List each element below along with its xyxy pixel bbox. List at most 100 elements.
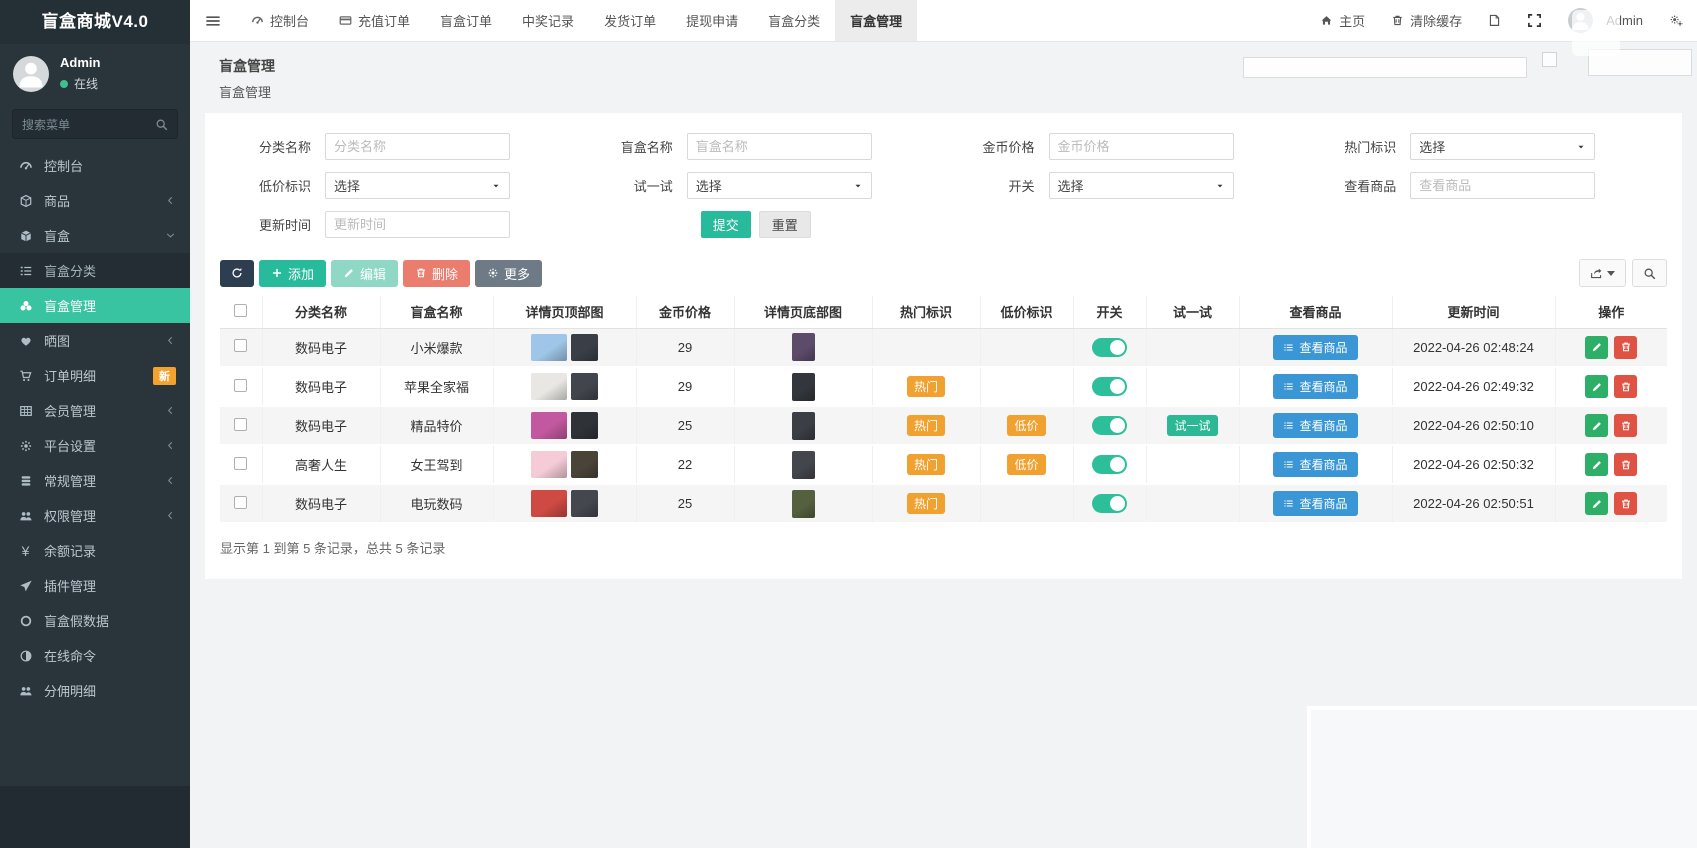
- fullscreen-button[interactable]: [1514, 0, 1555, 42]
- switch-toggle[interactable]: [1092, 416, 1127, 435]
- row-delete-button[interactable]: [1614, 453, 1637, 476]
- view-goods-input[interactable]: [1410, 172, 1595, 199]
- view-goods-button[interactable]: 查看商品: [1273, 335, 1357, 360]
- switch-select[interactable]: 选择: [1049, 172, 1234, 199]
- sidebar-item-盲盒分类[interactable]: 盲盒分类: [0, 253, 190, 288]
- filter-view-goods: 查看商品: [1305, 172, 1667, 199]
- switch-toggle[interactable]: [1092, 455, 1127, 474]
- sidebar-item-盲盒假数据[interactable]: 盲盒假数据: [0, 603, 190, 638]
- nav-tab-中奖记录[interactable]: 中奖记录: [507, 0, 589, 41]
- view-goods-button[interactable]: 查看商品: [1273, 413, 1357, 438]
- sidebar-item-在线命令[interactable]: 在线命令: [0, 638, 190, 673]
- table-row: 数码电子苹果全家福29热门查看商品2022-04-26 02:49:32: [220, 367, 1667, 406]
- sidebar-item-平台设置[interactable]: 平台设置: [0, 428, 190, 463]
- nav-tab-盲盒分类[interactable]: 盲盒分类: [753, 0, 835, 41]
- try-select[interactable]: 选择: [687, 172, 872, 199]
- delete-button[interactable]: 删除: [403, 260, 470, 287]
- cell-price: 29: [636, 367, 734, 406]
- view-goods-label: 查看商品: [1299, 495, 1347, 512]
- chevron-left-icon: [165, 335, 176, 346]
- refresh-icon: [231, 267, 243, 279]
- row-delete-button[interactable]: [1614, 336, 1637, 359]
- more-button[interactable]: 更多: [475, 260, 542, 287]
- hot-flag-select[interactable]: 选择: [1410, 133, 1595, 160]
- reset-button[interactable]: 重置: [759, 211, 811, 238]
- nav-tab-盲盒订单[interactable]: 盲盒订单: [425, 0, 507, 41]
- row-edit-button[interactable]: [1585, 492, 1608, 515]
- row-checkbox[interactable]: [234, 496, 247, 509]
- sidebar-item-余额记录[interactable]: ¥余额记录: [0, 533, 190, 568]
- row-edit-button[interactable]: [1585, 414, 1608, 437]
- row-checkbox[interactable]: [234, 339, 247, 352]
- coin-price-input[interactable]: [1049, 133, 1234, 160]
- row-checkbox[interactable]: [234, 379, 247, 392]
- sidebar-item-权限管理[interactable]: 权限管理: [0, 498, 190, 533]
- sidebar-item-插件管理[interactable]: 插件管理: [0, 568, 190, 603]
- export-button[interactable]: [1579, 259, 1626, 287]
- update-time-input[interactable]: [325, 211, 510, 238]
- nav-tab-发货订单[interactable]: 发货订单: [589, 0, 671, 41]
- category-name-input[interactable]: [325, 133, 510, 160]
- hot-badge: 热门: [907, 415, 945, 436]
- nav-tab-控制台[interactable]: 控制台: [236, 0, 324, 41]
- cell-view-goods: 查看商品: [1239, 328, 1392, 367]
- clear-cache-link[interactable]: 清除缓存: [1378, 0, 1475, 42]
- home-link[interactable]: 主页: [1307, 0, 1378, 42]
- chevron-left-icon: [165, 195, 176, 206]
- sidebar-item-商品[interactable]: 商品: [0, 183, 190, 218]
- sidebar-item-会员管理[interactable]: 会员管理: [0, 393, 190, 428]
- row-edit-button[interactable]: [1585, 336, 1608, 359]
- sidebar-item-晒图[interactable]: 晒图: [0, 323, 190, 358]
- translate-button[interactable]: [1475, 0, 1514, 42]
- box-name-input[interactable]: [687, 133, 872, 160]
- switch-toggle[interactable]: [1092, 338, 1127, 357]
- gauge-icon: [251, 14, 264, 27]
- row-delete-button[interactable]: [1614, 414, 1637, 437]
- select-all-checkbox[interactable]: [234, 304, 247, 317]
- sidebar-item-控制台[interactable]: 控制台: [0, 148, 190, 183]
- sidebar-item-分佣明细[interactable]: 分佣明细: [0, 673, 190, 708]
- toggle-knob: [1110, 379, 1125, 394]
- sidebar-item-label: 控制台: [44, 156, 176, 175]
- pencil-icon: [1591, 381, 1603, 393]
- pencil-icon: [1591, 341, 1603, 353]
- nav-tab-提现申请[interactable]: 提现申请: [671, 0, 753, 41]
- sidebar-item-订单明细[interactable]: 订单明细新: [0, 358, 190, 393]
- sidebar-item-常规管理[interactable]: 常规管理: [0, 463, 190, 498]
- edit-button[interactable]: 编辑: [331, 260, 398, 287]
- sidebar-search-input[interactable]: 搜索菜单: [12, 109, 178, 139]
- nav-tab-label: 盲盒分类: [768, 11, 820, 30]
- refresh-button[interactable]: [220, 260, 254, 287]
- topnav: 控制台充值订单盲盒订单中奖记录发货订单提现申请盲盒分类盲盒管理 主页 清除缓存 …: [190, 0, 1697, 42]
- view-goods-button[interactable]: 查看商品: [1273, 491, 1357, 516]
- nav-tab-盲盒管理[interactable]: 盲盒管理: [835, 0, 917, 41]
- sidebar-toggle-button[interactable]: [190, 0, 236, 41]
- row-edit-button[interactable]: [1585, 453, 1608, 476]
- overlay-artifact-blob: [1572, 10, 1620, 56]
- cell-hot-flag: [872, 328, 980, 367]
- row-checkbox[interactable]: [234, 457, 247, 470]
- row-delete-button[interactable]: [1614, 375, 1637, 398]
- switch-toggle[interactable]: [1092, 377, 1127, 396]
- view-goods-button[interactable]: 查看商品: [1273, 374, 1357, 399]
- filter-actions: 提交 重置: [582, 211, 811, 238]
- sidebar-item-盲盒[interactable]: 盲盒: [0, 218, 190, 253]
- row-delete-button[interactable]: [1614, 492, 1637, 515]
- gear-icon: [17, 439, 34, 453]
- trash-icon: [1391, 14, 1404, 27]
- chevron-left-icon: [165, 510, 176, 521]
- sidebar-item-盲盒管理[interactable]: 盲盒管理: [0, 288, 190, 323]
- table-search-button[interactable]: [1632, 259, 1667, 287]
- switch-toggle[interactable]: [1092, 494, 1127, 513]
- view-goods-button[interactable]: 查看商品: [1273, 452, 1357, 477]
- row-edit-button[interactable]: [1585, 375, 1608, 398]
- cell-actions: [1555, 445, 1667, 484]
- add-button[interactable]: 添加: [259, 260, 326, 287]
- gauge-icon: [17, 159, 34, 173]
- low-flag-select[interactable]: 选择: [325, 172, 510, 199]
- settings-button[interactable]: [1656, 0, 1697, 42]
- nav-tab-充值订单[interactable]: 充值订单: [324, 0, 425, 41]
- list-icon: [1283, 342, 1294, 353]
- row-checkbox[interactable]: [234, 418, 247, 431]
- submit-button[interactable]: 提交: [701, 211, 751, 238]
